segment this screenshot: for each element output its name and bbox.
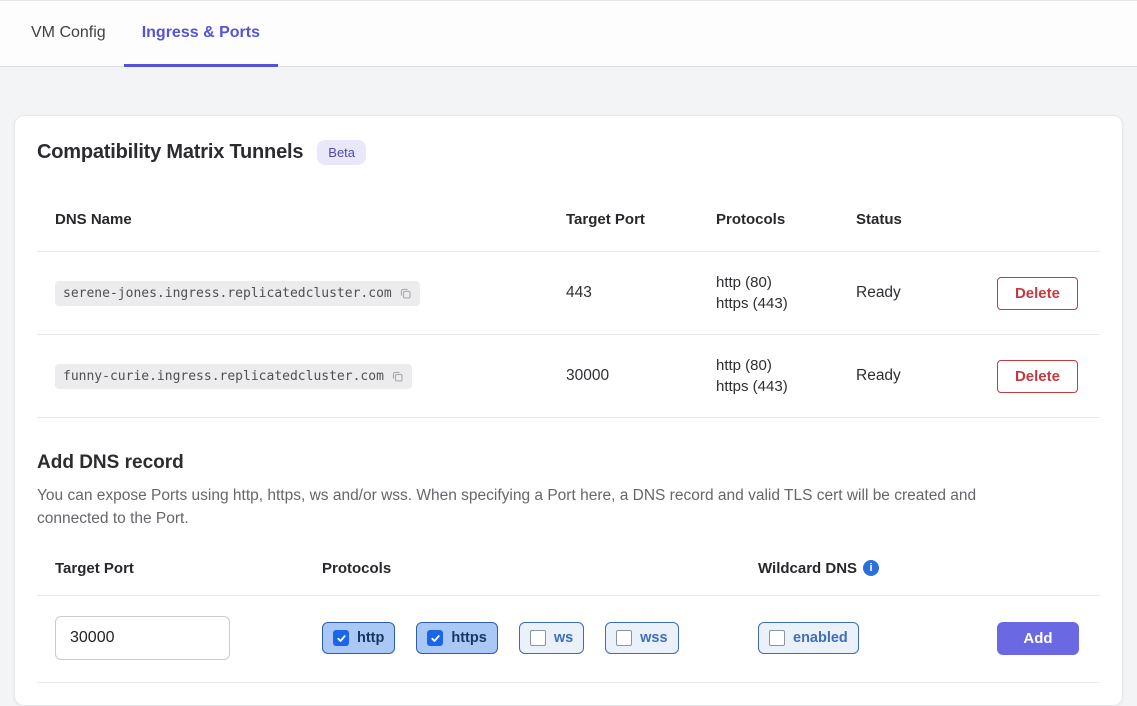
add-button[interactable]: Add <box>997 622 1079 655</box>
protocol-line: https (443) <box>716 376 856 397</box>
tab-bar: VM Config Ingress & Ports <box>0 1 1137 67</box>
dns-name-pill: serene-jones.ingress.replicatedcluster.c… <box>55 281 420 306</box>
protocol-line: https (443) <box>716 293 856 314</box>
info-icon[interactable]: i <box>863 560 879 576</box>
tab-ingress-ports[interactable]: Ingress & Ports <box>124 1 278 67</box>
table-row: serene-jones.ingress.replicatedcluster.c… <box>37 252 1100 335</box>
http-checkbox[interactable]: http <box>322 622 395 654</box>
target-port-value: 443 <box>566 284 716 302</box>
add-dns-record-title: Add DNS record <box>37 452 1100 474</box>
dns-name-text: serene-jones.ingress.replicatedcluster.c… <box>63 286 392 301</box>
wss-checkbox[interactable]: wss <box>605 622 678 654</box>
target-port-input[interactable] <box>55 616 230 660</box>
form-labels-row: Target Port Protocols Wildcard DNS i <box>37 560 1100 596</box>
delete-button[interactable]: Delete <box>997 360 1078 393</box>
status-value: Ready <box>856 367 976 385</box>
protocol-line: http (80) <box>716 355 856 376</box>
table-row: funny-curie.ingress.replicatedcluster.co… <box>37 335 1100 418</box>
card-header: Compatibility Matrix Tunnels Beta <box>37 140 1100 165</box>
form-label-target-port: Target Port <box>37 560 322 577</box>
https-checkbox-label: https <box>451 630 486 646</box>
target-port-value: 30000 <box>566 367 716 385</box>
ws-checkbox-label: ws <box>554 630 573 646</box>
col-header-status: Status <box>856 211 976 228</box>
protocol-line: http (80) <box>716 272 856 293</box>
col-header-protocols: Protocols <box>716 211 856 228</box>
wildcard-dns-label-text: Wildcard DNS <box>758 560 857 577</box>
status-value: Ready <box>856 284 976 302</box>
table-header-row: DNS Name Target Port Protocols Status <box>37 187 1100 252</box>
protocol-checkbox-group: http https ws wss <box>322 622 758 654</box>
page-content: Compatibility Matrix Tunnels Beta DNS Na… <box>0 67 1137 706</box>
checked-checkbox-icon <box>427 630 443 646</box>
copy-icon[interactable] <box>391 370 404 383</box>
wss-checkbox-label: wss <box>640 630 667 646</box>
col-header-target-port: Target Port <box>566 211 716 228</box>
beta-badge: Beta <box>317 140 366 165</box>
tab-vm-config[interactable]: VM Config <box>13 1 124 67</box>
dns-name-pill: funny-curie.ingress.replicatedcluster.co… <box>55 364 412 389</box>
unchecked-checkbox-icon <box>769 630 785 646</box>
col-header-dns-name: DNS Name <box>37 211 566 228</box>
form-label-protocols: Protocols <box>322 560 758 577</box>
wildcard-enabled-label: enabled <box>793 630 848 646</box>
copy-icon[interactable] <box>399 287 412 300</box>
unchecked-checkbox-icon <box>530 630 546 646</box>
form-inputs-row: http https ws wss <box>37 596 1100 683</box>
unchecked-checkbox-icon <box>616 630 632 646</box>
http-checkbox-label: http <box>357 630 384 646</box>
ws-checkbox[interactable]: ws <box>519 622 584 654</box>
tunnels-card: Compatibility Matrix Tunnels Beta DNS Na… <box>14 115 1123 706</box>
dns-name-text: funny-curie.ingress.replicatedcluster.co… <box>63 369 384 384</box>
wildcard-enabled-checkbox[interactable]: enabled <box>758 622 859 654</box>
https-checkbox[interactable]: https <box>416 622 497 654</box>
checked-checkbox-icon <box>333 630 349 646</box>
page-title: Compatibility Matrix Tunnels <box>37 141 303 164</box>
add-dns-record-description: You can expose Ports using http, https, … <box>37 484 1047 530</box>
tunnels-table: DNS Name Target Port Protocols Status se… <box>37 187 1100 418</box>
delete-button[interactable]: Delete <box>997 277 1078 310</box>
form-label-wildcard-dns: Wildcard DNS i <box>758 560 997 577</box>
